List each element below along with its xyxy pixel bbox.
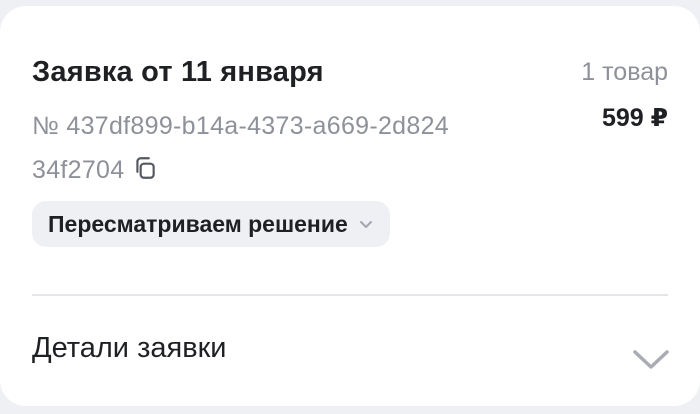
order-number-block: № 437df899-b14a-4373-a669-2d82434f2704 bbox=[32, 104, 462, 192]
status-badge[interactable]: Пересматриваем решение bbox=[32, 201, 390, 247]
chevron-down-icon bbox=[359, 221, 372, 228]
order-number: № 437df899-b14a-4373-a669-2d82434f2704 bbox=[32, 112, 450, 184]
order-details-toggle[interactable]: Детали заявки bbox=[0, 306, 700, 406]
copy-icon[interactable] bbox=[132, 155, 158, 181]
items-count: 1 товар bbox=[581, 58, 668, 86]
order-title: Заявка от 11 января bbox=[32, 56, 324, 88]
order-price: 599 ₽ bbox=[601, 104, 668, 132]
order-card: Заявка от 11 января 1 товар 599 ₽ № 437d… bbox=[0, 6, 700, 406]
details-label: Детали заявки bbox=[32, 332, 227, 364]
status-label: Пересматриваем решение bbox=[48, 210, 348, 237]
divider bbox=[32, 294, 668, 296]
chevron-down-icon bbox=[633, 350, 669, 369]
